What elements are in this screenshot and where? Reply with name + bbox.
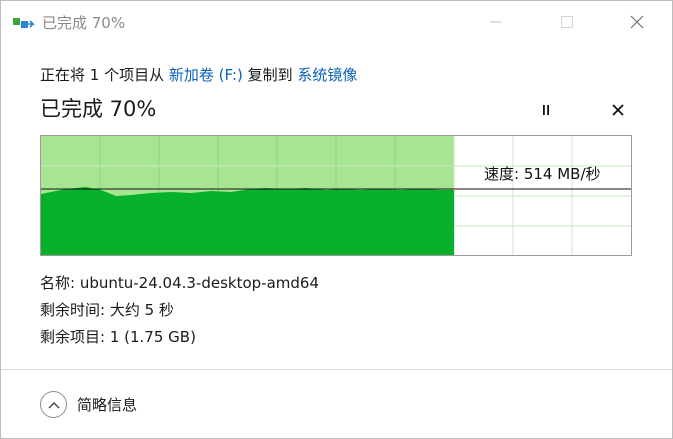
window-title: 已完成 70% xyxy=(42,14,126,32)
source-link[interactable]: 新加卷 (F:) xyxy=(169,66,243,84)
maximize-icon xyxy=(561,16,573,28)
fewer-details-toggle[interactable]: 简略信息 xyxy=(40,391,137,418)
chevron-up-button[interactable] xyxy=(40,391,67,418)
chevron-up-icon xyxy=(48,401,59,408)
footer-divider xyxy=(1,369,672,370)
cancel-icon xyxy=(612,104,624,116)
maximize-button[interactable] xyxy=(544,0,590,44)
items-remaining-line: 剩余项目: 1 (1.75 GB) xyxy=(40,328,196,346)
time-remaining-line: 剩余时间: 大约 5 秒 xyxy=(40,301,174,319)
destination-link[interactable]: 系统镜像 xyxy=(297,66,357,84)
speed-readout: 速度: 514 MB/秒 xyxy=(484,165,601,183)
title-bar[interactable]: 已完成 70% xyxy=(0,0,673,44)
copy-middle-text: 复制到 xyxy=(242,66,298,84)
speed-history-area xyxy=(41,187,454,255)
pause-icon xyxy=(543,105,549,115)
file-copy-icon xyxy=(13,18,35,28)
copy-description: 正在将 1 个项目从 新加卷 (F:) 复制到 系统镜像 xyxy=(40,64,357,85)
fewer-details-label: 简略信息 xyxy=(77,396,138,414)
speed-graph-canvas xyxy=(41,136,631,255)
pause-button[interactable] xyxy=(533,97,559,123)
cancel-button[interactable] xyxy=(605,97,631,123)
progress-heading: 已完成 70% xyxy=(40,97,157,121)
minimize-button[interactable] xyxy=(473,0,519,44)
close-window-button[interactable] xyxy=(614,0,660,44)
transfer-speed-graph xyxy=(40,135,632,256)
copy-prefix-text: 正在将 1 个项目从 xyxy=(40,66,169,84)
file-name-line: 名称: ubuntu-24.04.3-desktop-amd64 xyxy=(40,274,319,292)
minimize-icon xyxy=(490,21,501,23)
close-icon xyxy=(630,15,644,29)
